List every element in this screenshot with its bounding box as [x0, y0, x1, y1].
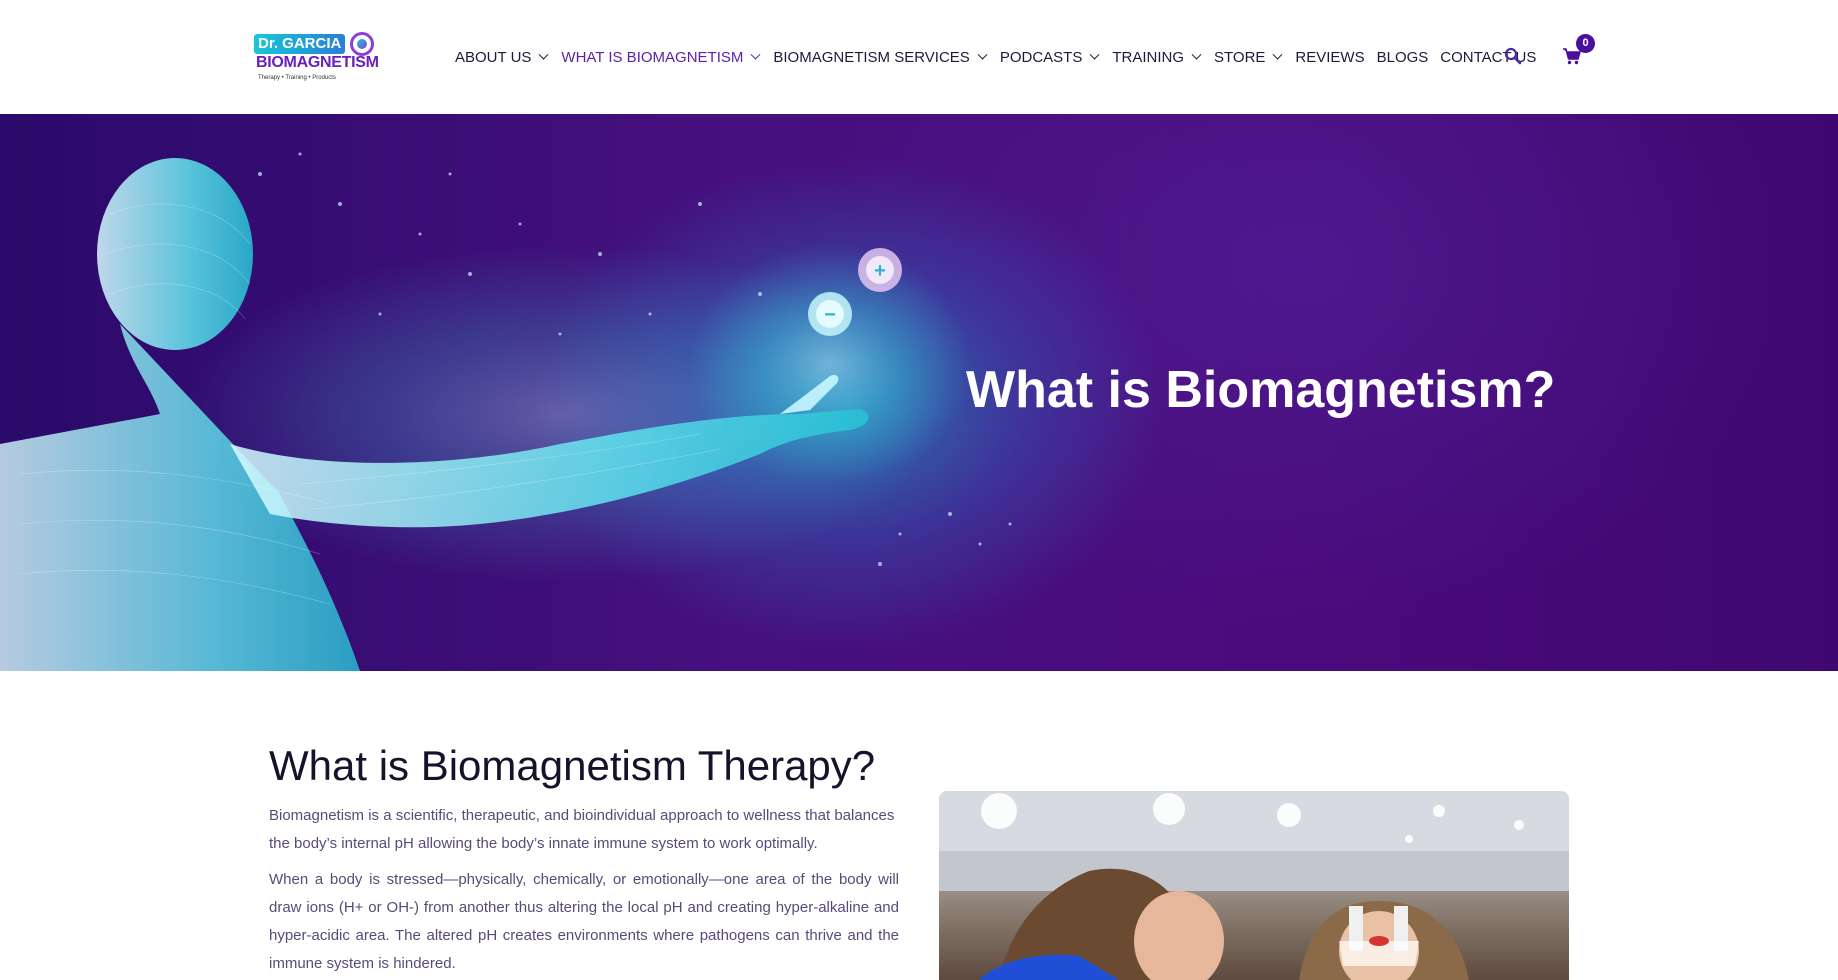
- minus-ion-icon: −: [808, 292, 852, 336]
- therapy-session-photo: [939, 791, 1569, 980]
- nav-label: BIOMAGNETISM SERVICES: [773, 48, 970, 66]
- section-heading: What is Biomagnetism Therapy?: [269, 742, 876, 789]
- cart-count-badge: 0: [1576, 34, 1595, 53]
- logo-line2: BIOMAGNETISM: [256, 54, 379, 71]
- chevron-down-icon: [1272, 49, 1283, 60]
- nav-label: ABOUT US: [455, 48, 532, 66]
- nav-item-podcasts[interactable]: PODCASTS: [1000, 49, 1101, 66]
- digital-human-illustration: + −: [0, 152, 1012, 671]
- logo-mark-icon: [350, 32, 374, 56]
- site-header: Dr. GARCIA BIOMAGNETISM Therapy • Traini…: [0, 0, 1838, 114]
- plus-ion-icon: +: [858, 248, 902, 292]
- search-icon[interactable]: [1504, 47, 1522, 65]
- nav-item-blogs[interactable]: BLOGS: [1377, 49, 1429, 66]
- main-nav: ABOUT US WHAT IS BIOMAGNETISM BIOMAGNETI…: [455, 47, 1548, 67]
- chevron-down-icon: [538, 49, 549, 60]
- chevron-down-icon: [1191, 49, 1202, 60]
- hero-title: What is Biomagnetism?: [966, 361, 1556, 419]
- chevron-down-icon: [750, 49, 761, 60]
- nav-label: WHAT IS BIOMAGNETISM: [561, 48, 744, 66]
- svg-text:+: +: [874, 260, 886, 282]
- nav-label: STORE: [1214, 48, 1266, 66]
- explanation-paragraph: When a body is stressed—physically, chem…: [269, 871, 899, 972]
- nav-item-about-us[interactable]: ABOUT US: [455, 49, 549, 66]
- hero-banner: + − What is Biomagnetism?: [0, 114, 1838, 671]
- nav-label: TRAINING: [1112, 48, 1184, 66]
- svg-text:−: −: [824, 304, 836, 326]
- nav-item-store[interactable]: STORE: [1214, 49, 1283, 66]
- nav-item-biomagnetism-services[interactable]: BIOMAGNETISM SERVICES: [773, 48, 988, 66]
- nav-item-training[interactable]: TRAINING: [1112, 49, 1202, 66]
- logo-line1: Dr. GARCIA: [254, 34, 346, 54]
- nav-item-reviews[interactable]: REVIEWS: [1295, 49, 1364, 66]
- logo-tagline: Therapy • Training • Products: [258, 75, 336, 81]
- site-logo[interactable]: Dr. GARCIA BIOMAGNETISM Therapy • Traini…: [254, 32, 390, 84]
- chevron-down-icon: [977, 49, 988, 60]
- nav-item-what-is-biomagnetism[interactable]: WHAT IS BIOMAGNETISM: [561, 49, 761, 66]
- chevron-down-icon: [1089, 49, 1100, 60]
- intro-paragraph: Biomagnetism is a scientific, therapeuti…: [269, 807, 895, 852]
- nav-label: REVIEWS: [1295, 48, 1365, 66]
- nav-label: PODCASTS: [999, 48, 1083, 66]
- nav-label: BLOGS: [1376, 48, 1429, 66]
